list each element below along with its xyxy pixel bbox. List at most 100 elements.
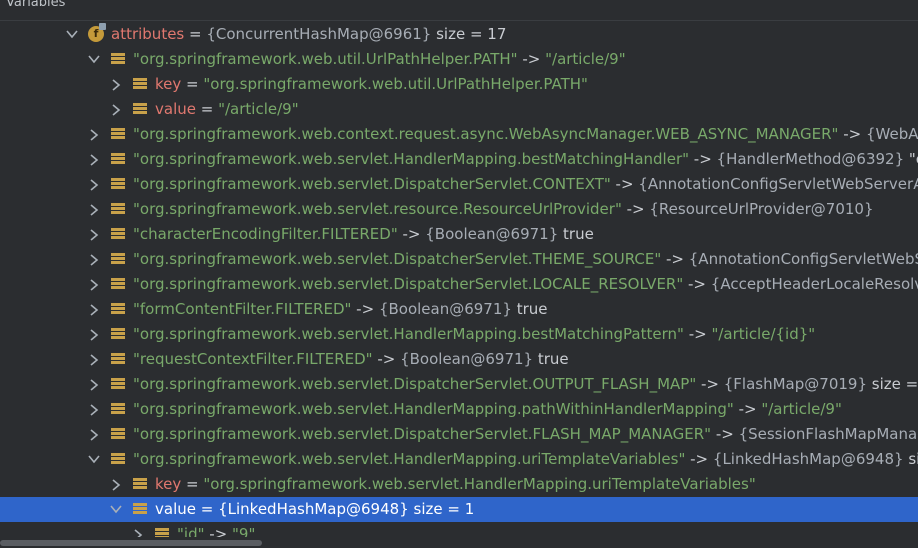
tree-row[interactable]: "org.springframework.web.servlet.Dispatc… bbox=[0, 272, 918, 297]
string-value: "org.springframework.web.servlet.Dispatc… bbox=[133, 250, 662, 268]
chevron-down-icon[interactable] bbox=[88, 447, 100, 472]
tree-row[interactable]: value = {LinkedHashMap@6948} size = 1 bbox=[0, 497, 918, 522]
chevron-right-icon[interactable] bbox=[110, 97, 122, 122]
chevron-right-icon[interactable] bbox=[88, 372, 100, 397]
chevron-right-icon[interactable] bbox=[88, 422, 100, 447]
value-text: "com bbox=[908, 150, 918, 168]
variable-name: key bbox=[155, 75, 182, 93]
chevron-down-icon[interactable] bbox=[66, 22, 78, 47]
value-text: -> bbox=[372, 350, 401, 368]
tree-row-text: value = {LinkedHashMap@6948} size = 1 bbox=[155, 497, 474, 522]
string-value: "/article/9" bbox=[545, 50, 626, 68]
object-ref: {AcceptHeaderLocaleResolver@ bbox=[710, 275, 918, 293]
tree-row[interactable]: "org.springframework.web.servlet.Handler… bbox=[0, 322, 918, 347]
value-text: -> bbox=[696, 375, 724, 393]
tree-row[interactable]: "org.springframework.web.servlet.Dispatc… bbox=[0, 422, 918, 447]
string-value: "org.springframework.web.servlet.Dispatc… bbox=[133, 275, 684, 293]
tree-row-text: "org.springframework.web.context.request… bbox=[133, 122, 918, 147]
variable-name: attributes bbox=[111, 25, 185, 43]
value-text: = bbox=[181, 475, 204, 493]
chevron-right-icon[interactable] bbox=[88, 147, 100, 172]
tree-row[interactable]: "org.springframework.web.context.request… bbox=[0, 122, 918, 147]
tree-row-text: attributes = {ConcurrentHashMap@6961} si… bbox=[111, 22, 506, 47]
tree-row[interactable]: "org.springframework.web.servlet.Handler… bbox=[0, 147, 918, 172]
tree-row[interactable]: "org.springframework.web.servlet.Dispatc… bbox=[0, 172, 918, 197]
object-ref: {AnnotationConfigServletWebServerApp bbox=[688, 250, 918, 268]
tree-row-text: value = "/article/9" bbox=[155, 97, 299, 122]
map-entry-icon bbox=[111, 402, 125, 416]
tree-row[interactable]: key = "org.springframework.web.servlet.H… bbox=[0, 472, 918, 497]
value-text: -> bbox=[683, 325, 712, 343]
tree-row[interactable]: "org.springframework.web.servlet.resourc… bbox=[0, 197, 918, 222]
value-text: -> bbox=[838, 125, 866, 143]
tree-row-text: "org.springframework.web.servlet.resourc… bbox=[133, 197, 874, 222]
chevron-right-icon[interactable] bbox=[110, 472, 122, 497]
tree-row-text: "org.springframework.web.servlet.Dispatc… bbox=[133, 422, 918, 447]
object-ref: {Boolean@6971} bbox=[400, 350, 534, 368]
value-text: true bbox=[511, 300, 548, 318]
chevron-right-icon[interactable] bbox=[88, 297, 100, 322]
tree-row[interactable]: f attributes = {ConcurrentHashMap@6961} s… bbox=[0, 22, 918, 47]
value-text: true bbox=[533, 350, 569, 368]
chevron-down-icon[interactable] bbox=[88, 47, 100, 72]
value-text: -> bbox=[733, 400, 762, 418]
chevron-down-icon[interactable] bbox=[110, 497, 122, 522]
value-text: -> bbox=[517, 50, 546, 68]
object-ref: {HandlerMethod@6392} bbox=[716, 150, 905, 168]
field-icon: f bbox=[88, 23, 106, 42]
string-value: "characterEncodingFilter.FILTERED" bbox=[133, 225, 398, 243]
map-entry-icon bbox=[111, 427, 125, 441]
chevron-right-icon[interactable] bbox=[88, 247, 100, 272]
value-text: = bbox=[195, 100, 219, 118]
tree-row[interactable]: "characterEncodingFilter.FILTERED" -> {B… bbox=[0, 222, 918, 247]
map-entry-icon bbox=[111, 202, 125, 216]
string-value: "org.springframework.web.util.UrlPathHel… bbox=[203, 75, 588, 93]
value-text: size = 1 bbox=[908, 450, 918, 468]
scrollbar-thumb[interactable] bbox=[0, 540, 262, 546]
tree-row[interactable]: "org.springframework.web.servlet.Handler… bbox=[0, 447, 918, 472]
string-value: "org.springframework.web.servlet.Dispatc… bbox=[133, 175, 611, 193]
value-text: = bbox=[181, 75, 204, 93]
tree-row[interactable]: "org.springframework.web.util.UrlPathHel… bbox=[0, 47, 918, 72]
chevron-right-icon[interactable] bbox=[88, 122, 100, 147]
chevron-right-icon[interactable] bbox=[110, 72, 122, 97]
tree-row-text: "requestContextFilter.FILTERED" -> {Bool… bbox=[133, 347, 569, 372]
object-ref: {WebAsyncManager@ bbox=[865, 125, 918, 143]
chevron-right-icon[interactable] bbox=[88, 322, 100, 347]
tree-row[interactable]: "org.springframework.web.servlet.Dispatc… bbox=[0, 372, 918, 397]
tree-row[interactable]: "requestContextFilter.FILTERED" -> {Bool… bbox=[0, 347, 918, 372]
tree-row[interactable]: "org.springframework.web.servlet.Dispatc… bbox=[0, 247, 918, 272]
tree-row-text: "org.springframework.web.servlet.Dispatc… bbox=[133, 172, 918, 197]
object-ref: {ConcurrentHashMap@6961} bbox=[206, 25, 432, 43]
tree-row-text: "org.springframework.web.util.UrlPathHel… bbox=[133, 47, 626, 72]
map-entry-icon bbox=[111, 52, 125, 66]
panel-title: Variables bbox=[6, 0, 66, 10]
map-entry-icon bbox=[111, 252, 125, 266]
tree-row[interactable]: "formContentFilter.FILTERED" -> {Boolean… bbox=[0, 297, 918, 322]
value-text: -> bbox=[621, 200, 650, 218]
string-value: "formContentFilter.FILTERED" bbox=[133, 300, 352, 318]
chevron-right-icon[interactable] bbox=[88, 397, 100, 422]
tree-row[interactable]: "org.springframework.web.servlet.Handler… bbox=[0, 397, 918, 422]
map-entry-icon bbox=[111, 152, 125, 166]
string-value: "/article/9" bbox=[761, 400, 842, 418]
horizontal-scrollbar[interactable] bbox=[0, 537, 918, 548]
string-value: "requestContextFilter.FILTERED" bbox=[133, 350, 373, 368]
chevron-right-icon[interactable] bbox=[88, 172, 100, 197]
object-ref: {Boolean@6971} bbox=[378, 300, 512, 318]
chevron-right-icon[interactable] bbox=[88, 272, 100, 297]
tree-row-text: "org.springframework.web.servlet.Handler… bbox=[133, 147, 918, 172]
value-text: -> bbox=[661, 250, 689, 268]
chevron-right-icon[interactable] bbox=[88, 347, 100, 372]
tree-row[interactable]: value = "/article/9" bbox=[0, 97, 918, 122]
value-text: -> bbox=[397, 225, 426, 243]
chevron-right-icon[interactable] bbox=[88, 222, 100, 247]
string-value: "org.springframework.web.servlet.Dispatc… bbox=[133, 375, 697, 393]
object-ref: {AnnotationConfigServletWebServerApplica… bbox=[638, 175, 918, 193]
tree-row[interactable]: key = "org.springframework.web.util.UrlP… bbox=[0, 72, 918, 97]
map-entry-icon bbox=[133, 77, 147, 91]
tree-row-text: "org.springframework.web.servlet.Dispatc… bbox=[133, 372, 918, 397]
tree-row-text: "org.springframework.web.servlet.Dispatc… bbox=[133, 247, 918, 272]
map-entry-icon bbox=[133, 477, 147, 491]
chevron-right-icon[interactable] bbox=[88, 197, 100, 222]
